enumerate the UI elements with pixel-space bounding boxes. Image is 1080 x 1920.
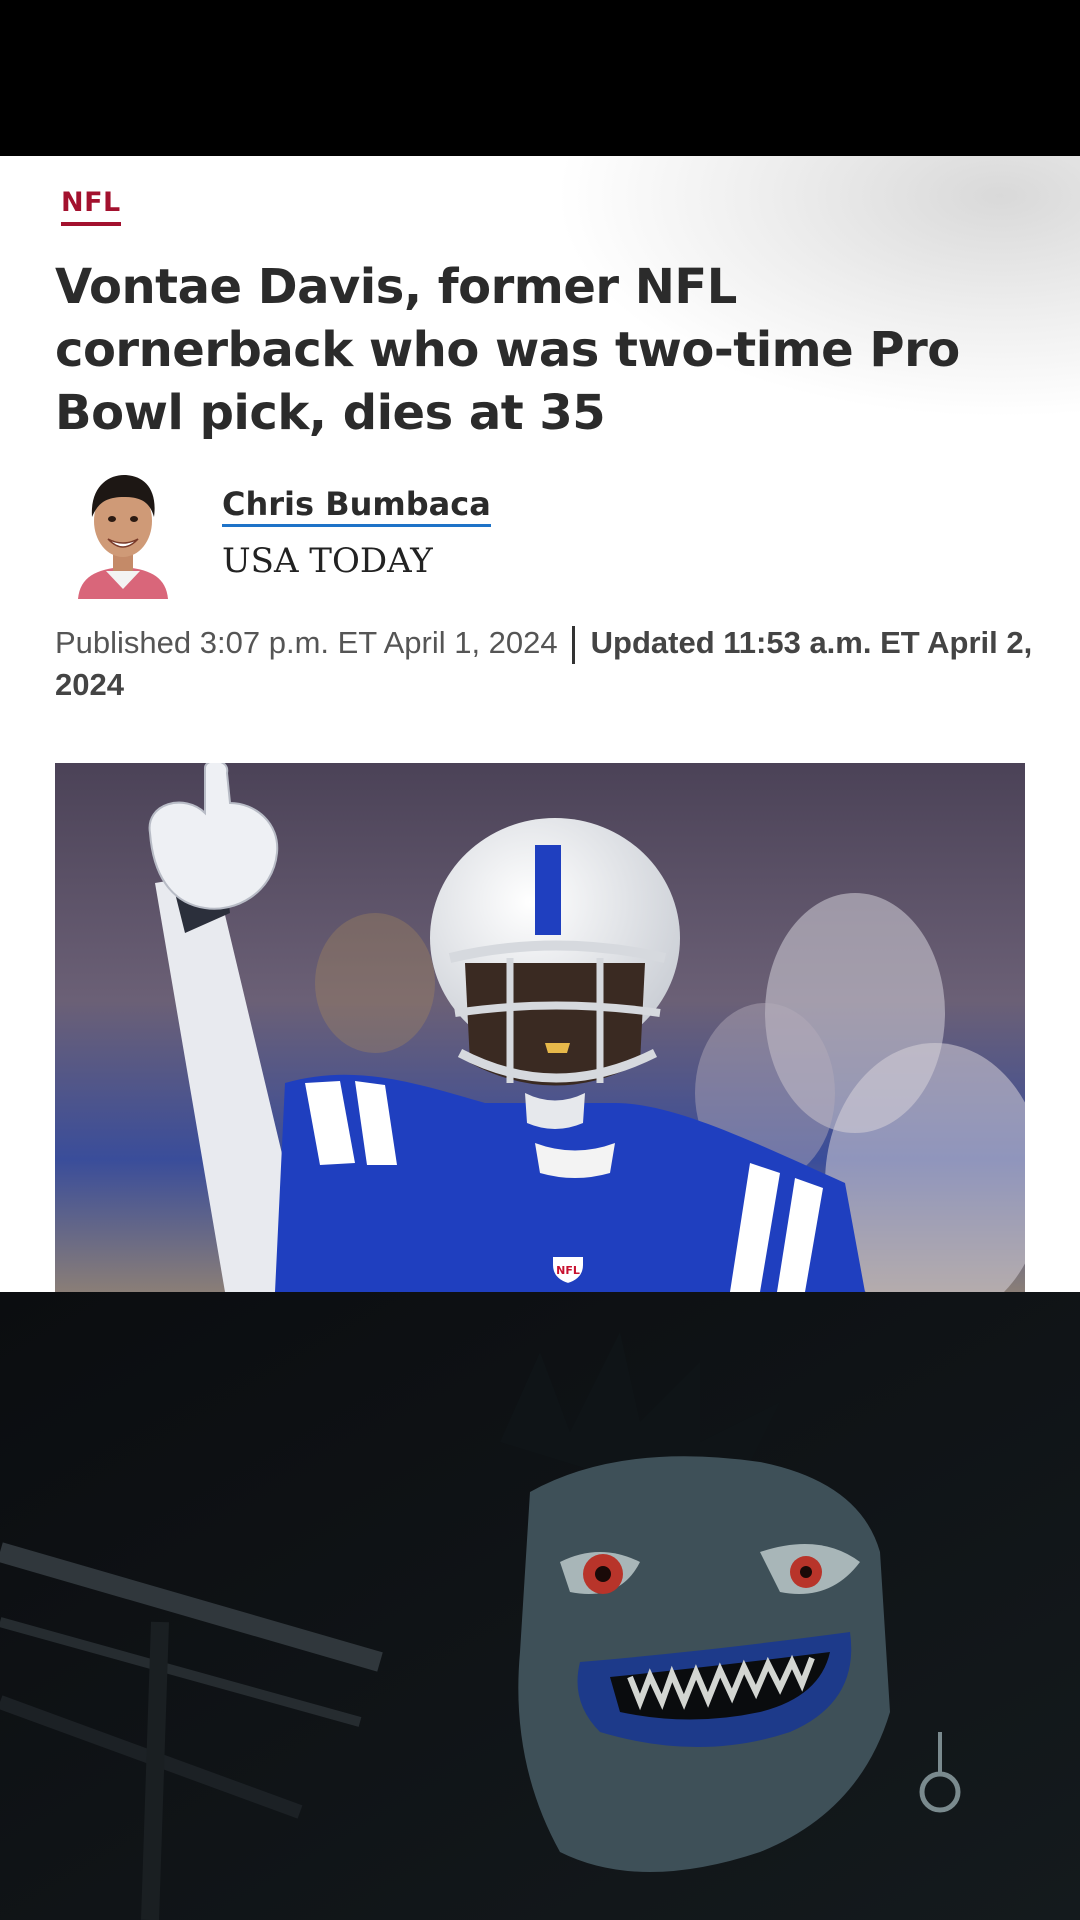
article-header: NFL Vontae Davis, former NFL cornerback … (0, 156, 1080, 1292)
date-separator (571, 625, 575, 664)
reaction-image[interactable] (0, 1292, 1080, 1920)
dateline: Published 3:07 p.m. ET April 1, 2024 Upda… (55, 622, 1035, 706)
top-black-bar (0, 0, 1080, 156)
article-headline: Vontae Davis, former NFL cornerback who … (55, 259, 960, 441)
section-link-nfl[interactable]: NFL (61, 186, 121, 226)
author-outlet: USA TODAY (222, 541, 433, 581)
article-photo[interactable]: NFL (55, 763, 1025, 1292)
author-name-link[interactable]: Chris Bumbaca (222, 484, 491, 527)
author-avatar[interactable] (76, 469, 170, 599)
nfl-shield-label: NFL (556, 1264, 580, 1277)
nfl-shield-icon: NFL (550, 1243, 586, 1285)
published-date: Published 3:07 p.m. ET April 1, 2024 (55, 625, 558, 660)
